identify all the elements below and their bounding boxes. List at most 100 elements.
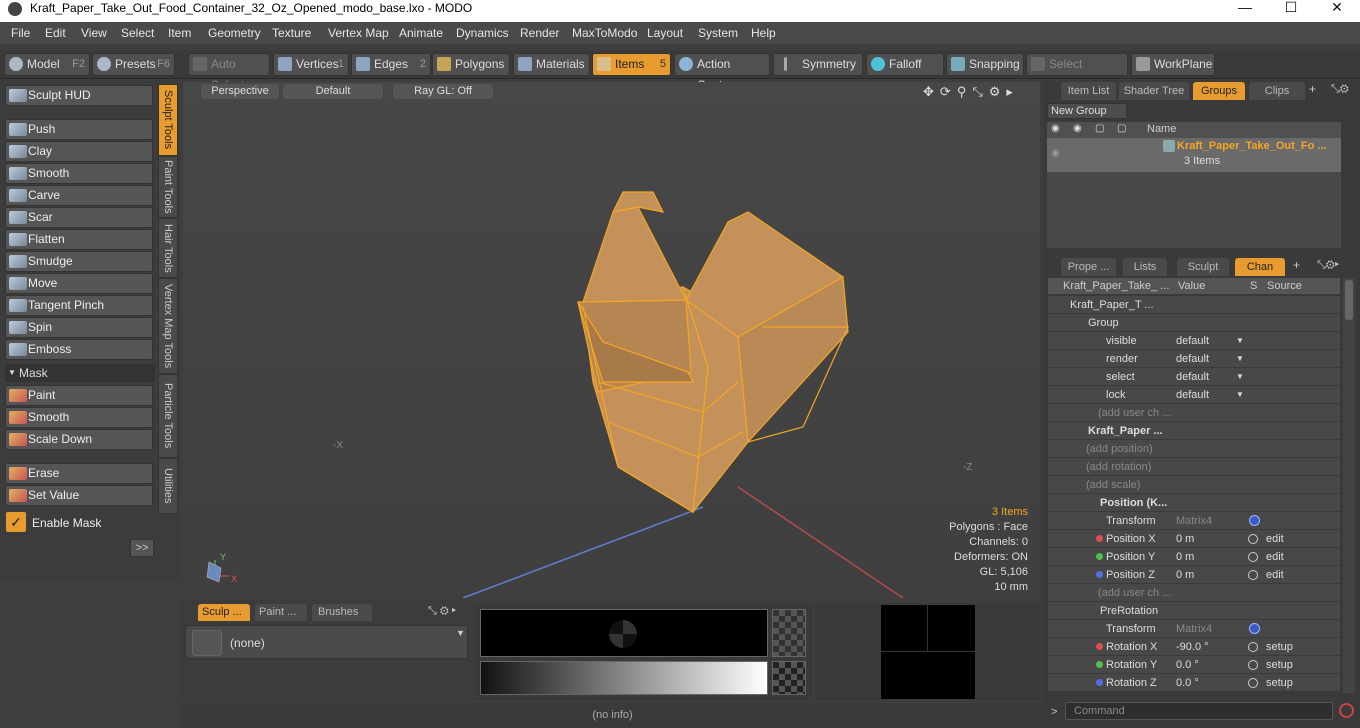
state-circle-icon[interactable] bbox=[1248, 534, 1258, 544]
channel-value[interactable]: 0.0 ° bbox=[1176, 656, 1199, 674]
channel-value[interactable]: Matrix4 bbox=[1176, 620, 1212, 638]
items-button[interactable]: Items 5 bbox=[592, 53, 671, 76]
sculpt-hud-button[interactable]: Sculpt HUD bbox=[5, 85, 153, 106]
menu-render[interactable]: Render bbox=[520, 26, 559, 40]
channel-row[interactable]: PreRotation bbox=[1048, 602, 1340, 620]
symmetry-button[interactable]: Symmetry bbox=[773, 53, 863, 76]
tab-sculpt[interactable]: Sculp ... bbox=[198, 604, 250, 621]
channel-row[interactable]: Transform Matrix4 bbox=[1048, 620, 1340, 638]
channel-row[interactable]: Kraft_Paper ... bbox=[1048, 422, 1340, 440]
scrollbar-thumb[interactable] bbox=[1345, 280, 1353, 320]
auto-select-button[interactable]: Auto Select bbox=[188, 53, 270, 92]
channel-row[interactable]: Position (K... bbox=[1048, 494, 1340, 512]
brush-preset-dropdown[interactable]: (none) ▼ bbox=[185, 625, 468, 659]
channel-value[interactable]: 0.0 ° bbox=[1176, 674, 1199, 692]
channel-value[interactable]: 0 m bbox=[1176, 566, 1194, 584]
vertices-button[interactable]: Vertices 1 bbox=[273, 53, 349, 76]
tool-smooth[interactable]: Smooth bbox=[5, 163, 153, 184]
close-button[interactable]: ✕ bbox=[1314, 0, 1360, 22]
channel-value[interactable]: -90.0 ° bbox=[1176, 638, 1209, 656]
channel-row[interactable]: Group bbox=[1048, 314, 1340, 332]
gradient-strip[interactable] bbox=[480, 661, 768, 695]
group-row[interactable]: ◉ Kraft_Paper_Take_Out_Fo ... 3 Items bbox=[1047, 138, 1341, 172]
lock-icon[interactable]: ▢ bbox=[1117, 123, 1126, 134]
tab-sculpt-props[interactable]: Sculpt bbox=[1177, 258, 1229, 276]
menu-edit[interactable]: Edit bbox=[45, 26, 66, 40]
menu-select[interactable]: Select bbox=[121, 26, 154, 40]
menu-system[interactable]: System bbox=[698, 26, 738, 40]
mask-scale-down-button[interactable]: Scale Down bbox=[5, 429, 153, 450]
channel-row[interactable]: (add rotation) bbox=[1048, 458, 1340, 476]
enable-mask-checkbox[interactable]: ✓ bbox=[6, 512, 26, 532]
channel-row[interactable]: select default ▼ bbox=[1048, 368, 1340, 386]
row-eye-icon[interactable]: ◉ bbox=[1051, 148, 1060, 159]
gradient-swatch[interactable] bbox=[772, 661, 806, 695]
tab-properties[interactable]: Prope ... bbox=[1061, 258, 1116, 276]
tool-emboss[interactable]: Emboss bbox=[5, 339, 153, 360]
dropdown-arrow-icon[interactable]: ▼ bbox=[1236, 368, 1244, 386]
channel-row[interactable]: Position Z 0 m edit bbox=[1048, 566, 1340, 584]
tab-vertex-map-tools[interactable]: Vertex Map Tools bbox=[158, 278, 178, 374]
menu-help[interactable]: Help bbox=[751, 26, 776, 40]
more-button[interactable]: >> bbox=[130, 539, 154, 557]
channel-row[interactable]: (add scale) bbox=[1048, 476, 1340, 494]
presets-button[interactable]: Presets F6 bbox=[92, 53, 175, 76]
dropdown-arrow-icon[interactable]: ▼ bbox=[1236, 386, 1244, 404]
mask-smooth-button[interactable]: Smooth bbox=[5, 407, 153, 428]
alpha-swatch[interactable] bbox=[772, 609, 806, 657]
tab-paint[interactable]: Paint ... bbox=[255, 604, 307, 621]
materials-button[interactable]: Materials bbox=[513, 53, 590, 76]
edges-button[interactable]: Edges 2 bbox=[351, 53, 431, 76]
tool-scar[interactable]: Scar bbox=[5, 207, 153, 228]
state-circle-icon[interactable] bbox=[1248, 570, 1258, 580]
channel-row[interactable]: Position X 0 m edit bbox=[1048, 530, 1340, 548]
menu-animate[interactable]: Animate bbox=[399, 26, 443, 40]
tab-item-list[interactable]: Item List bbox=[1061, 82, 1116, 100]
channel-row[interactable]: visible default ▼ bbox=[1048, 332, 1340, 350]
state-circle-icon[interactable] bbox=[1248, 678, 1258, 688]
mask-header[interactable]: ▼ Mask bbox=[5, 364, 155, 382]
channel-row[interactable]: Kraft_Paper_T ... bbox=[1048, 296, 1340, 314]
mask-paint-button[interactable]: Paint bbox=[5, 385, 153, 406]
channel-row[interactable]: Rotation Y 0.0 ° setup bbox=[1048, 656, 1340, 674]
channel-value[interactable]: default bbox=[1176, 332, 1209, 350]
command-input[interactable]: Command bbox=[1065, 702, 1333, 720]
record-icon[interactable] bbox=[1339, 703, 1354, 718]
tool-carve[interactable]: Carve bbox=[5, 185, 153, 206]
new-group-button[interactable]: New Group bbox=[1047, 103, 1127, 119]
panel-controls-icon[interactable]: ⤡⚙ bbox=[1331, 83, 1349, 96]
channel-row[interactable]: render default ▼ bbox=[1048, 350, 1340, 368]
add-tab-icon-2[interactable]: + bbox=[1293, 258, 1300, 272]
tab-brushes[interactable]: Brushes bbox=[312, 604, 372, 621]
tab-groups[interactable]: Groups bbox=[1193, 82, 1245, 100]
state-circle-icon[interactable] bbox=[1248, 552, 1258, 562]
tool-spin[interactable]: Spin bbox=[5, 317, 153, 338]
state-circle-icon[interactable] bbox=[1248, 642, 1258, 652]
erase-button[interactable]: Erase bbox=[5, 463, 153, 484]
maximize-button[interactable]: ☐ bbox=[1268, 0, 1314, 22]
falloff-button[interactable]: Falloff bbox=[866, 53, 944, 76]
channel-row[interactable]: (add position) bbox=[1048, 440, 1340, 458]
tab-lists[interactable]: Lists bbox=[1123, 258, 1167, 276]
3d-viewport[interactable]: Perspective Default Ray GL: Off ✥⟳⚲⤡⚙▸ -… bbox=[183, 82, 1040, 598]
link-icon[interactable] bbox=[1249, 515, 1260, 526]
state-circle-icon[interactable] bbox=[1248, 660, 1258, 670]
channel-row[interactable]: Transform Matrix4 bbox=[1048, 512, 1340, 530]
menu-file[interactable]: File bbox=[11, 26, 30, 40]
action-center-button[interactable]: Action Center bbox=[674, 53, 770, 92]
menu-dynamics[interactable]: Dynamics bbox=[456, 26, 509, 40]
tab-sculpt-tools[interactable]: Sculpt Tools bbox=[158, 84, 178, 156]
channel-value[interactable]: default bbox=[1176, 350, 1209, 368]
select-icon[interactable]: ▢ bbox=[1095, 123, 1104, 134]
channel-row[interactable]: Position Y 0 m edit bbox=[1048, 548, 1340, 566]
polygons-button[interactable]: Polygons bbox=[432, 53, 510, 76]
channel-value[interactable]: default bbox=[1176, 386, 1209, 404]
channel-row[interactable]: lock default ▼ bbox=[1048, 386, 1340, 404]
model-button[interactable]: Model F2 bbox=[4, 53, 90, 76]
tab-particle-tools[interactable]: Particle Tools bbox=[158, 374, 178, 458]
render-icon[interactable]: ◉ bbox=[1073, 123, 1082, 134]
menu-vertex-map[interactable]: Vertex Map bbox=[328, 26, 389, 40]
menu-geometry[interactable]: Geometry bbox=[208, 26, 261, 40]
tab-hair-tools[interactable]: Hair Tools bbox=[158, 218, 178, 278]
set-value-button[interactable]: Set Value bbox=[5, 485, 153, 506]
